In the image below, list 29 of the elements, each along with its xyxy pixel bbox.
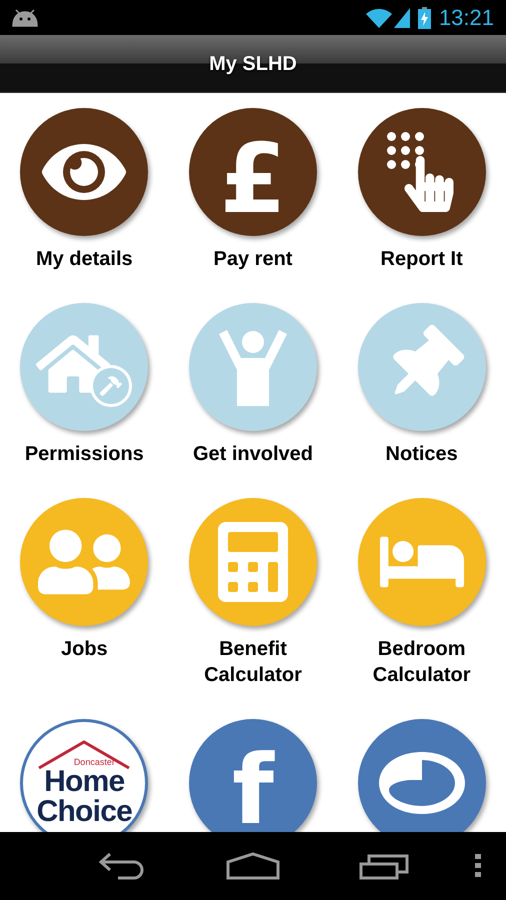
roof-icon (37, 740, 132, 770)
pound-sign: £ (220, 131, 286, 227)
wifi-icon (366, 8, 392, 28)
logo-small-text: Doncaster (74, 758, 115, 766)
recent-apps-icon (359, 852, 410, 880)
menu-tile[interactable]: Doncaster Home Choice (20, 719, 148, 832)
battery-charging-icon (418, 6, 431, 28)
tile-label: Get involved (192, 442, 313, 467)
tile-label: Permissions (24, 442, 144, 467)
menu-tile[interactable]: £ (188, 108, 317, 236)
tile-label: Report It (380, 247, 463, 272)
tile-label: Jobs (60, 637, 108, 662)
menu-tile[interactable]: f (188, 719, 317, 832)
logo-text: Choice (36, 796, 132, 826)
tile-label: Bedroom Calculator (372, 637, 472, 688)
home-icon (226, 852, 280, 880)
more-icon (474, 854, 481, 878)
signal-icon (394, 8, 410, 28)
clock-time: 13:21 (438, 6, 494, 28)
tile-label: Pay rent (214, 247, 292, 272)
android-icon (12, 8, 38, 26)
tile-label: Notices (386, 442, 458, 467)
letter-logo: f (232, 742, 274, 832)
logo-text: Home (44, 766, 124, 796)
app-title: My SLHD (209, 52, 297, 76)
oval-logo-icon (376, 750, 467, 816)
tile-label: Benefit Calculator (203, 637, 303, 688)
back-icon (98, 852, 146, 880)
tile-label: My details (36, 247, 133, 272)
